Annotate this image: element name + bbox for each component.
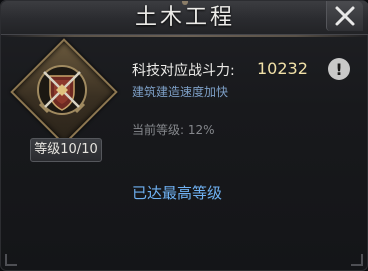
max-level-text: 已达最高等级 bbox=[132, 184, 223, 202]
power-value: 10232 bbox=[257, 59, 308, 78]
tech-emblem bbox=[10, 38, 118, 146]
tech-detail-panel: 土木工程 等级10/10 科技对应战斗力: 10232 ! 建筑建造速度加快 当… bbox=[0, 0, 368, 271]
close-button[interactable] bbox=[326, 1, 363, 31]
current-level-value: 12% bbox=[187, 123, 215, 137]
current-level-label: 当前等级: bbox=[132, 123, 185, 137]
level-badge: 等级10/10 bbox=[30, 138, 102, 162]
exclamation-icon[interactable]: ! bbox=[328, 58, 350, 80]
title-bar: 土木工程 bbox=[1, 1, 368, 37]
frame-corner bbox=[5, 254, 17, 266]
crossed-swords-shield-icon bbox=[37, 65, 87, 115]
power-label: 科技对应战斗力: bbox=[132, 63, 235, 79]
close-icon bbox=[335, 6, 355, 26]
frame-corner bbox=[351, 254, 363, 266]
current-level: 当前等级: 12% bbox=[132, 121, 215, 138]
tech-description: 建筑建造速度加快 bbox=[132, 85, 229, 99]
panel-title: 土木工程 bbox=[134, 5, 235, 30]
